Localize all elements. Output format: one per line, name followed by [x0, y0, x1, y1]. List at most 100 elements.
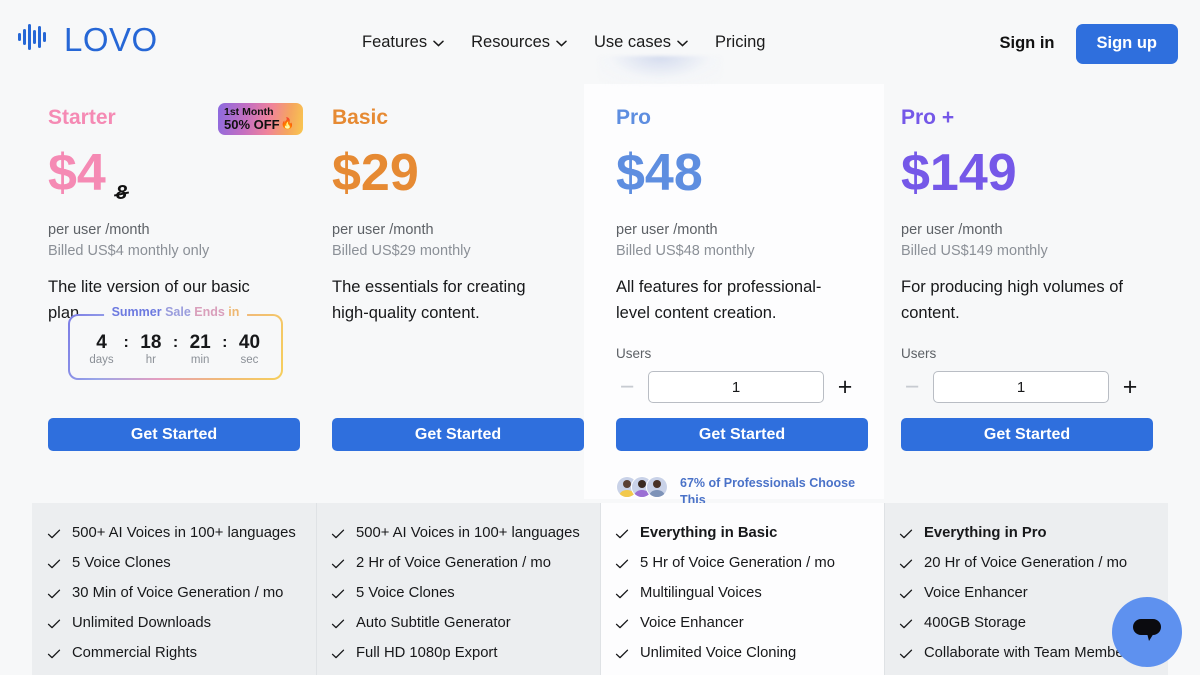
feature-label: Full HD 1080p Export	[356, 644, 498, 661]
plan-card-basic: Basic $29 per user /month Billed US$29 m…	[300, 84, 584, 499]
countdown-label: days	[89, 354, 114, 367]
nav-label: Resources	[471, 33, 550, 51]
chat-widget-button[interactable]	[1112, 597, 1182, 667]
feature-item: Everything in Basic	[615, 523, 867, 545]
feature-label: 2 Hr of Voice Generation / mo	[356, 554, 551, 571]
countdown-label: min	[190, 354, 210, 367]
countdown-title-part: Ends	[190, 305, 225, 319]
check-icon	[47, 527, 61, 541]
feature-label: 500+ AI Voices in 100+ languages	[72, 525, 296, 541]
feature-label: 400GB Storage	[924, 614, 1027, 631]
feature-item: Voice Enhancer	[899, 583, 1151, 605]
sign-in-link[interactable]: Sign in	[1000, 34, 1055, 53]
check-icon	[899, 587, 913, 601]
feature-label: 500+ AI Voices in 100+ languages	[356, 525, 580, 541]
nav-item-resources[interactable]: Resources	[471, 29, 567, 55]
plan-card-pro: Pro $48 per user /month Billed US$48 mon…	[584, 84, 884, 507]
feature-label: Commercial Rights	[72, 644, 197, 661]
users-label: Users	[616, 346, 652, 361]
feature-label: 5 Hr of Voice Generation / mo	[640, 554, 835, 571]
nav-item-features[interactable]: Features	[362, 29, 444, 55]
feature-item: 20 Hr of Voice Generation / mo	[899, 553, 1151, 575]
countdown-value: 18	[140, 331, 162, 353]
site-header: LOVO Features Resources Use cases Pricin…	[0, 0, 1200, 84]
sign-up-button[interactable]: Sign up	[1075, 24, 1178, 64]
check-icon	[331, 647, 345, 661]
nav-item-pricing[interactable]: Pricing	[715, 29, 765, 55]
sale-countdown: Summer Sale Ends in 4 days : 18 hr : 21 …	[68, 305, 283, 380]
feature-label: Voice Enhancer	[924, 584, 1028, 601]
countdown-title-part: Sale	[161, 305, 191, 319]
check-icon	[47, 587, 61, 601]
feature-label: Multilingual Voices	[640, 584, 762, 601]
check-icon	[47, 647, 61, 661]
feature-label: Collaborate with Team Members	[924, 644, 1136, 661]
plan-per-unit: per user /month	[48, 222, 150, 238]
feature-label: 5 Voice Clones	[72, 554, 171, 571]
increment-users-button-pro[interactable]: +	[834, 375, 856, 400]
users-input-pro[interactable]	[648, 371, 824, 403]
chevron-down-icon	[556, 40, 567, 47]
get-started-button-pro[interactable]: Get Started	[616, 418, 868, 451]
feature-label: 20 Hr of Voice Generation / mo	[924, 554, 1128, 571]
check-icon	[615, 527, 629, 541]
plan-price-value: $48	[616, 144, 703, 202]
nav-label: Use cases	[594, 33, 672, 51]
users-selector-pro: Users − +	[616, 346, 856, 403]
flame-icon: 🔥	[280, 117, 295, 130]
feature-item: 2 Hr of Voice Generation / mo	[331, 553, 583, 575]
plan-name: Pro	[616, 106, 652, 129]
plan-price: $48	[616, 147, 884, 199]
avatar	[646, 476, 668, 498]
promo-badge: 1st Month 50% OFF 🔥	[218, 103, 303, 135]
increment-users-button-pro-plus[interactable]: +	[1119, 375, 1141, 400]
check-icon	[331, 557, 345, 571]
plan-card-starter: Starter $4 8 per user /month Billed US$4…	[0, 84, 303, 499]
plan-description: The essentials for creating high-quality…	[332, 278, 526, 322]
countdown-unit-seconds: 40 sec	[227, 332, 271, 367]
feature-item: Full HD 1080p Export	[331, 643, 583, 665]
promo-badge-discount: 50% OFF	[224, 116, 280, 132]
users-input-pro-plus[interactable]	[933, 371, 1109, 403]
promo-badge-line1: 1st Month	[224, 105, 274, 118]
feature-item: Collaborate with Team Members	[899, 643, 1151, 665]
chevron-down-icon	[677, 40, 688, 47]
feature-column-basic: 500+ AI Voices in 100+ languages 2 Hr of…	[316, 503, 600, 675]
feature-label: Unlimited Voice Cloning	[640, 644, 797, 661]
feature-item: 5 Voice Clones	[331, 583, 583, 605]
users-label: Users	[901, 346, 937, 361]
avatar-group	[616, 476, 672, 498]
plan-name: Basic	[332, 106, 389, 129]
decrement-users-button-pro[interactable]: −	[616, 375, 638, 400]
nav-label: Pricing	[715, 33, 766, 51]
plan-price-value: $29	[332, 144, 419, 202]
plan-per-unit: per user /month	[332, 222, 434, 238]
feature-item: 30 Min of Voice Generation / mo	[47, 583, 299, 605]
waveform-icon	[18, 23, 52, 56]
get-started-button-basic[interactable]: Get Started	[332, 418, 584, 451]
feature-label: Voice Enhancer	[640, 614, 744, 631]
countdown-title-part: in	[224, 305, 240, 319]
nav-item-use-cases[interactable]: Use cases	[594, 29, 688, 55]
get-started-button-pro-plus[interactable]: Get Started	[901, 418, 1153, 451]
check-icon	[615, 587, 629, 601]
dropdown-shadow-hint	[598, 56, 722, 84]
get-started-button-starter[interactable]: Get Started	[48, 418, 300, 451]
plan-card-pro-plus: Pro + $149 per user /month Billed US$149…	[884, 84, 1200, 499]
feature-item: 5 Voice Clones	[47, 553, 299, 575]
feature-item: 500+ AI Voices in 100+ languages	[331, 523, 583, 545]
decrement-users-button-pro-plus[interactable]: −	[901, 375, 923, 400]
check-icon	[615, 557, 629, 571]
feature-item: Auto Subtitle Generator	[331, 613, 583, 635]
main-nav: Features Resources Use cases Pricing	[362, 29, 765, 55]
feature-item: Everything in Pro	[899, 523, 1151, 545]
plan-description: All features for professional-level cont…	[616, 278, 822, 322]
feature-label: 30 Min of Voice Generation / mo	[72, 584, 284, 601]
pricing-page: LOVO Features Resources Use cases Pricin…	[0, 0, 1200, 675]
countdown-label: hr	[145, 354, 156, 367]
countdown-title-part: Summer	[111, 305, 162, 319]
plan-billing-note: Billed US$48 monthly	[616, 243, 755, 260]
logo[interactable]: LOVO	[18, 23, 158, 56]
features-comparison: 500+ AI Voices in 100+ languages 5 Voice…	[32, 503, 1168, 675]
check-icon	[331, 617, 345, 631]
